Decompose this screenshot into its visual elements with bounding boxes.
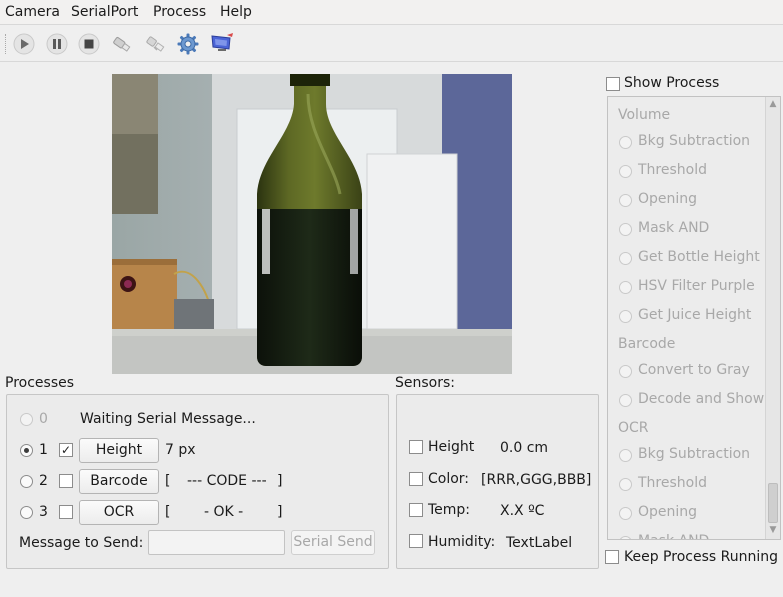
barcode-bracket-open: [	[165, 473, 171, 489]
process-1-radio[interactable]	[20, 444, 33, 457]
message-to-send-label: Message to Send:	[19, 535, 144, 551]
message-input[interactable]	[148, 530, 285, 555]
sensors-title: Sensors:	[395, 375, 455, 391]
process-step-label: Threshold	[638, 475, 707, 491]
sensor-height-label: Height	[428, 439, 475, 455]
pause-icon[interactable]	[45, 32, 69, 56]
process-0-number: 0	[39, 411, 48, 427]
ocr-bracket-close: ]	[277, 504, 283, 520]
show-process-label: Show Process	[624, 75, 720, 91]
serial-status-label: Waiting Serial Message...	[80, 411, 256, 427]
process-step-label: Opening	[638, 191, 698, 207]
scrollbar-thumb[interactable]	[768, 483, 778, 523]
sensor-height-value: 0.0 cm	[500, 440, 549, 456]
camera-frame-image	[112, 74, 512, 374]
barcode-value: --- CODE ---	[187, 473, 267, 489]
process-step-radio[interactable]	[619, 165, 632, 178]
process-step-radio[interactable]	[619, 394, 632, 407]
process-steps-list[interactable]: Volume Bkg Subtraction Threshold Opening Mas…	[607, 96, 781, 540]
process-step-label: Bkg Subtraction	[638, 133, 751, 149]
sensor-temp-label: Temp:	[428, 502, 471, 518]
connect-icon[interactable]	[110, 32, 134, 56]
height-button[interactable]: Height	[79, 438, 159, 463]
camera-view	[112, 74, 512, 374]
stop-icon[interactable]	[77, 32, 101, 56]
serial-send-button[interactable]: Serial Send	[291, 530, 375, 555]
keep-running-checkbox[interactable]	[605, 550, 619, 564]
sensor-humidity-value: TextLabel	[506, 535, 573, 551]
process-0-radio[interactable]	[20, 413, 33, 426]
menu-camera[interactable]: Camera	[5, 4, 60, 20]
show-process-checkbox[interactable]	[606, 77, 620, 91]
barcode-bracket-close: ]	[277, 473, 283, 489]
sensor-color-label: Color:	[428, 471, 470, 487]
process-step-radio[interactable]	[619, 223, 632, 236]
process-step-radio[interactable]	[619, 478, 632, 491]
process-step-label: Mask AND	[638, 220, 710, 236]
sensor-temp-value: X.X ºC	[500, 503, 545, 519]
sensor-humidity-checkbox[interactable]	[409, 534, 423, 548]
toolbar	[0, 26, 783, 62]
sensor-humidity-label: Humidity:	[428, 534, 496, 550]
process-1-checkbox[interactable]: ✓	[59, 443, 73, 457]
process-step-label: Mask AND	[638, 533, 709, 539]
keep-running-label: Keep Process Running	[624, 549, 778, 565]
process-group-header: Barcode	[618, 336, 676, 352]
process-step-radio[interactable]	[619, 281, 632, 294]
ocr-button[interactable]: OCR	[79, 500, 159, 525]
process-step-label: HSV Filter Purple	[638, 278, 755, 294]
process-group-header: Volume	[618, 107, 671, 123]
menu-process[interactable]: Process	[153, 4, 206, 20]
process-step-label: Get Juice Height	[638, 307, 752, 323]
process-step-radio[interactable]	[619, 507, 632, 520]
process-step-radio[interactable]	[619, 252, 632, 265]
process-group-header: OCR	[618, 420, 649, 436]
menu-bar: Camera SerialPort Process Help	[0, 0, 783, 25]
process-step-label: Threshold	[638, 162, 707, 178]
process-2-radio[interactable]	[20, 475, 33, 488]
process-step-label: Decode and Show	[638, 391, 765, 407]
process-step-label: Opening	[638, 504, 698, 520]
process-step-radio[interactable]	[619, 449, 632, 462]
barcode-button[interactable]: Barcode	[79, 469, 159, 494]
menu-serialport[interactable]: SerialPort	[71, 4, 138, 20]
sensor-color-value: [RRR,GGG,BBB]	[481, 472, 592, 488]
disconnect-icon[interactable]	[144, 32, 168, 56]
ocr-value: - OK -	[204, 504, 244, 520]
process-step-label: Get Bottle Height	[638, 249, 760, 265]
process-step-radio[interactable]	[619, 194, 632, 207]
process-3-number: 3	[39, 504, 48, 520]
process-step-radio[interactable]	[619, 136, 632, 149]
sensor-temp-checkbox[interactable]	[409, 503, 423, 517]
sensor-height-checkbox[interactable]	[409, 440, 423, 454]
settings-gear-icon[interactable]	[176, 32, 200, 56]
process-1-number: 1	[39, 442, 48, 458]
process-list-scrollbar[interactable]: ▲ ▼	[765, 97, 780, 539]
process-step-radio[interactable]	[619, 536, 632, 539]
toolbar-handle	[5, 34, 7, 54]
processes-title: Processes	[5, 375, 75, 391]
process-2-number: 2	[39, 473, 48, 489]
display-icon[interactable]	[209, 32, 233, 56]
process-3-radio[interactable]	[20, 506, 33, 519]
process-step-label: Convert to Gray	[638, 362, 750, 378]
play-icon[interactable]	[12, 32, 36, 56]
scroll-down-icon[interactable]: ▼	[766, 523, 780, 537]
height-px-value: 7 px	[165, 442, 196, 458]
process-step-label: Bkg Subtraction	[638, 446, 751, 462]
ocr-bracket-open: [	[165, 504, 171, 520]
process-2-checkbox[interactable]	[59, 474, 73, 488]
menu-help[interactable]: Help	[220, 4, 252, 20]
scroll-up-icon[interactable]: ▲	[766, 97, 780, 111]
process-step-radio[interactable]	[619, 365, 632, 378]
process-step-radio[interactable]	[619, 310, 632, 323]
process-3-checkbox[interactable]	[59, 505, 73, 519]
sensor-color-checkbox[interactable]	[409, 472, 423, 486]
